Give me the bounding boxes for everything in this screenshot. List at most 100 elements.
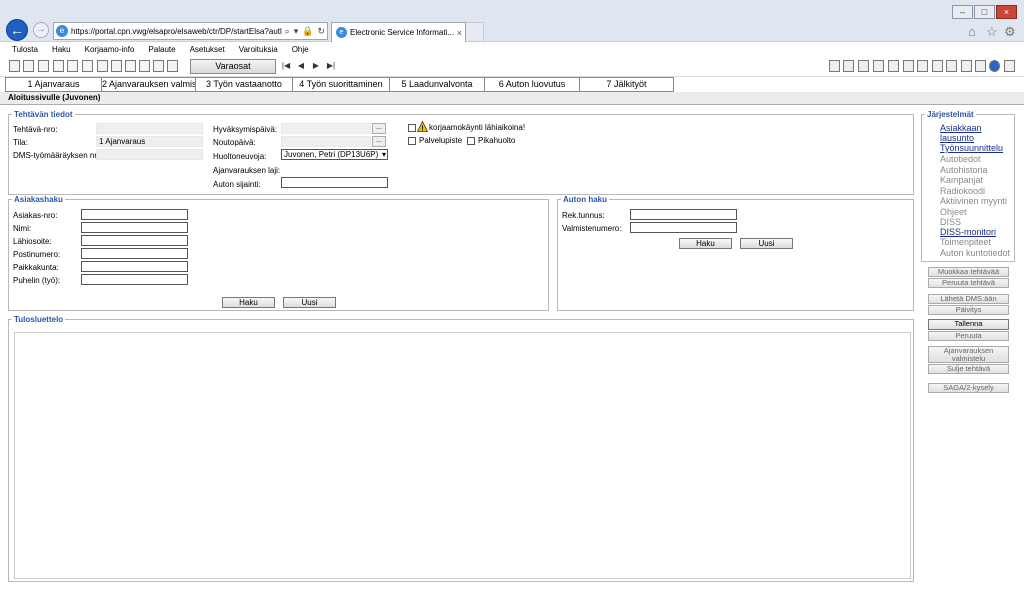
step-ajanvarauksen-valmis[interactable]: 2 Ajanvarauksen valmis xyxy=(101,77,196,92)
truck-icon[interactable] xyxy=(858,60,869,72)
eye-icon[interactable] xyxy=(888,60,899,72)
step-jalkityot[interactable]: 7 Jälkityöt xyxy=(579,77,674,92)
list-icon[interactable] xyxy=(67,60,78,72)
transfer-icon[interactable] xyxy=(97,60,108,72)
vehicle-icon[interactable] xyxy=(139,60,150,72)
menu-korjaamo-info[interactable]: Korjaamo-info xyxy=(85,45,135,54)
info-icon[interactable] xyxy=(1004,60,1015,72)
grid-icon[interactable] xyxy=(961,60,972,72)
document-icon[interactable] xyxy=(975,60,986,72)
update-button[interactable]: Päivitys xyxy=(928,305,1009,315)
favorites-icon[interactable]: ☆ xyxy=(986,24,998,40)
new-document-icon[interactable] xyxy=(9,60,20,72)
car-location-input[interactable] xyxy=(281,177,388,188)
minimize-button[interactable]: – xyxy=(952,5,973,19)
report-icon[interactable] xyxy=(53,60,64,72)
save-button[interactable]: Tallenna xyxy=(928,319,1009,330)
browser-tab[interactable]: e Electronic Service Informati... × xyxy=(331,22,466,42)
lock-icon[interactable]: 🔒 xyxy=(302,26,313,37)
close-window-button[interactable]: × xyxy=(996,5,1017,19)
users-icon[interactable] xyxy=(125,60,136,72)
step-tyon-suorittaminen[interactable]: 4 Työn suorittaminen xyxy=(292,77,390,92)
maximize-button[interactable]: □ xyxy=(974,5,995,19)
system-diss: DISS xyxy=(940,217,962,227)
car-search-button[interactable]: Haku xyxy=(679,238,732,249)
saga-query-button[interactable]: SAGA/2-kysely xyxy=(928,383,1009,393)
browser-titlebar: – □ × ← → e https://portal.cpn.vwg/elsap… xyxy=(0,0,1024,42)
city-input[interactable] xyxy=(81,261,188,272)
name-input[interactable] xyxy=(81,222,188,233)
url-text[interactable]: https://portal.cpn.vwg/elsapro/elsaweb/c… xyxy=(71,27,283,36)
edit-task-button[interactable]: Muokkaa tehtävää xyxy=(928,267,1009,277)
cancel-button[interactable]: Peruuta xyxy=(928,331,1009,341)
search-icon[interactable]: ⌕ xyxy=(285,26,290,37)
menu-haku[interactable]: Haku xyxy=(52,45,71,54)
next-record-icon[interactable]: ▶ xyxy=(310,60,322,72)
menu-asetukset[interactable]: Asetukset xyxy=(190,45,225,54)
postcode-input[interactable] xyxy=(81,248,188,259)
system-tyonsuunnittelu[interactable]: Työnsuunnittelu xyxy=(940,143,1003,153)
refresh-icon[interactable]: ↻ xyxy=(317,26,325,37)
forward-button[interactable]: → xyxy=(33,22,49,38)
home-icon[interactable]: ⌂ xyxy=(968,24,976,39)
address-bar[interactable]: e https://portal.cpn.vwg/elsapro/elsaweb… xyxy=(53,22,328,40)
close-tab-icon[interactable]: × xyxy=(457,28,462,38)
wrench-icon[interactable] xyxy=(903,60,914,72)
edit-icon[interactable] xyxy=(873,60,884,72)
calendar-icon[interactable] xyxy=(946,60,957,72)
car-new-button[interactable]: Uusi xyxy=(740,238,793,249)
menu-tulosta[interactable]: Tulosta xyxy=(12,45,38,54)
warning-icon[interactable] xyxy=(917,60,928,72)
warning-checkbox[interactable] xyxy=(408,124,416,132)
advisor-select[interactable]: Juvonen, Petri (DP13U6P) ▾ xyxy=(281,149,388,160)
cancel-task-button[interactable]: Peruuta tehtävä xyxy=(928,278,1009,288)
step-tyon-vastaanotto[interactable]: 3 Työn vastaanotto xyxy=(195,77,293,92)
booking-prep-button[interactable]: Ajanvarauksen valmistelu xyxy=(928,346,1009,363)
zoom-icon[interactable] xyxy=(153,60,164,72)
first-record-icon[interactable]: |◀ xyxy=(280,60,292,72)
car-icon[interactable] xyxy=(829,60,840,72)
service-point-checkbox[interactable] xyxy=(408,137,416,145)
approval-date-picker[interactable]: ... xyxy=(372,123,386,134)
new-tab-button[interactable] xyxy=(466,22,484,42)
customer-search-button[interactable]: Haku xyxy=(222,297,275,308)
back-button[interactable]: ← xyxy=(6,19,28,41)
system-diss-monitori[interactable]: DISS-monitori xyxy=(940,227,996,237)
step-ajanvaraus[interactable]: 1 Ajanvaraus xyxy=(5,77,102,92)
advisor-label: Huoltoneuvoja: xyxy=(213,152,267,161)
task-no-field xyxy=(96,123,203,134)
phone-input[interactable] xyxy=(81,274,188,285)
step-auton-luovutus[interactable]: 6 Auton luovutus xyxy=(484,77,580,92)
prev-record-icon[interactable]: ◀ xyxy=(295,60,307,72)
advisor-value: Juvonen, Petri (DP13U6P) xyxy=(284,150,379,159)
alert-icon[interactable] xyxy=(932,60,943,72)
varaosat-button[interactable]: Varaosat xyxy=(190,59,276,74)
settings-icon[interactable]: ⚙ xyxy=(1004,24,1016,40)
results-list[interactable] xyxy=(14,332,911,579)
address-input[interactable] xyxy=(81,235,188,246)
open-icon[interactable] xyxy=(23,60,34,72)
reg-no-input[interactable] xyxy=(630,209,737,220)
vin-input[interactable] xyxy=(630,222,737,233)
delete-icon[interactable] xyxy=(82,60,93,72)
system-asiakkaan-lausunto[interactable]: Asiakkaan xyxy=(940,123,982,133)
last-record-icon[interactable]: ▶| xyxy=(325,60,337,72)
menu-ohje[interactable]: Ohje xyxy=(292,45,309,54)
quick-service-checkbox[interactable] xyxy=(467,137,475,145)
approval-date-label: Hyväksymispäivä: xyxy=(213,125,278,134)
dropdown-icon[interactable]: ▾ xyxy=(294,26,299,37)
tag-icon[interactable] xyxy=(843,60,854,72)
printer-icon[interactable] xyxy=(167,60,178,72)
globe-icon[interactable] xyxy=(989,60,1000,72)
step-laadunvalvonta[interactable]: 5 Laadunvalvonta xyxy=(389,77,485,92)
print-icon[interactable] xyxy=(38,60,49,72)
customer-new-button[interactable]: Uusi xyxy=(283,297,336,308)
system-lausunto[interactable]: lausunto xyxy=(940,133,974,143)
menu-palaute[interactable]: Palaute xyxy=(148,45,175,54)
close-task-button[interactable]: Sulje tehtävä xyxy=(928,364,1009,374)
menu-varoituksia[interactable]: Varoituksia xyxy=(239,45,278,54)
send-dms-button[interactable]: Lähetä DMS:ään xyxy=(928,294,1009,304)
exchange-icon[interactable] xyxy=(111,60,122,72)
pickup-date-picker[interactable]: ... xyxy=(372,136,386,147)
customer-no-input[interactable] xyxy=(81,209,188,220)
